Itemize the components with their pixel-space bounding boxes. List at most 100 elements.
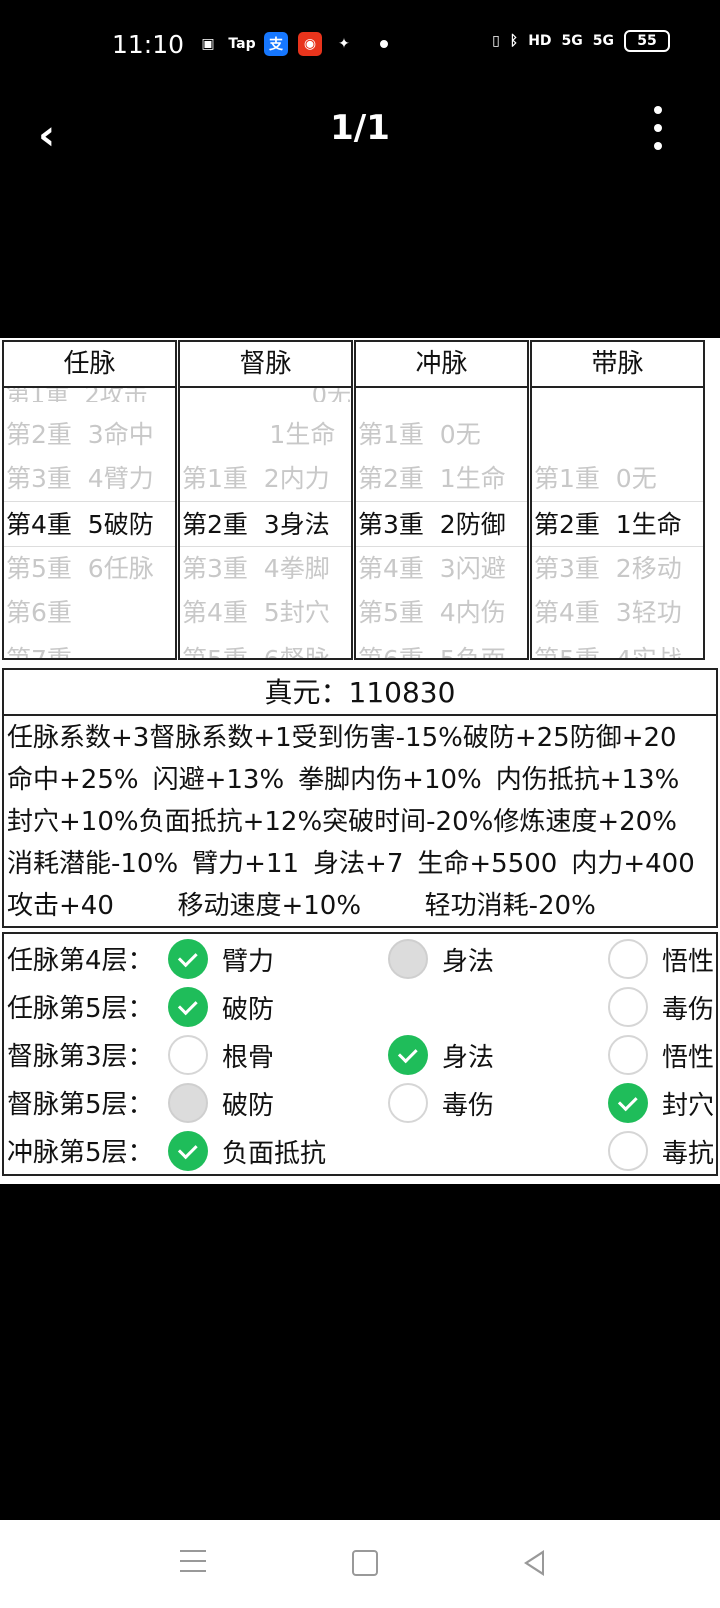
picker-item[interactable]: 第4重 3轻功	[532, 590, 703, 636]
option-row: 任脉第4层： 臂力 身法 悟性	[4, 934, 716, 982]
back-icon[interactable]	[524, 1550, 544, 1576]
option-row: 督脉第5层： 破防 毒伤 封穴	[4, 1078, 716, 1126]
picker-item[interactable]: 0无	[180, 388, 351, 402]
picker-item[interactable]	[532, 412, 703, 458]
radio-icon[interactable]	[608, 1035, 648, 1075]
picker-selected-item[interactable]: 第4重 5破防	[4, 501, 175, 547]
picker-item[interactable]: 第1重 0无	[356, 412, 527, 458]
wheel-picker[interactable]: 第1重 0无第2重 1生命第3重 2防御第4重 3闪避第5重 4内伤第6重 5负…	[356, 388, 527, 658]
recent-apps-icon[interactable]	[180, 1550, 206, 1580]
picker-item[interactable]	[356, 388, 527, 402]
picker-item[interactable]	[532, 388, 703, 402]
signal-5g-icon: 5G	[561, 33, 583, 49]
option-choice-label: 负面抵抗	[222, 1138, 327, 1169]
picker-item[interactable]: 第1重 2内力	[180, 456, 351, 502]
status-bar: 11:10 ▣ Tap 支 ◉ ✦ ▯ ᛒ HD 5G 5G 55	[0, 0, 720, 90]
picker-item[interactable]: 第1重 0无	[532, 456, 703, 502]
picker-item[interactable]: 第5重 6督脉	[180, 646, 351, 658]
stat-item: 闪避+13%	[152, 765, 285, 795]
option-choice[interactable]: 毒伤	[388, 1082, 494, 1124]
clock: 11:10	[112, 30, 185, 59]
radio-icon[interactable]	[388, 1083, 428, 1123]
stat-item: 拳脚内伤+10%	[298, 765, 482, 795]
option-choice[interactable]: 身法	[388, 1034, 494, 1076]
picker-item[interactable]: 第5重 6任脉	[4, 546, 175, 592]
picker-item[interactable]: 1生命	[180, 412, 351, 458]
option-row-label: 任脉第4层：	[7, 946, 154, 976]
radio-icon[interactable]	[608, 1131, 648, 1171]
vibrate-icon: ▯	[492, 33, 500, 49]
wheel-picker[interactable]: 0无 1生命第1重 2内力第2重 3身法第3重 4拳脚第4重 5封穴第5重 6督…	[180, 388, 351, 658]
home-icon[interactable]	[352, 1550, 378, 1576]
picker-item[interactable]: 第2重 1生命	[356, 456, 527, 502]
notification-icons: ▣ Tap 支 ◉ ✦	[196, 32, 388, 56]
wheel-picker[interactable]: 第1重 2攻击第2重 3命中第3重 4臂力第4重 5破防第5重 6任脉第6重第7…	[4, 388, 175, 658]
option-choice[interactable]: 破防	[168, 986, 274, 1028]
column-header: 任脉	[4, 342, 175, 388]
checked-radio-icon[interactable]	[168, 939, 208, 979]
picker-selected-item[interactable]: 第3重 2防御	[356, 501, 527, 547]
alipay-icon: 支	[264, 32, 288, 56]
meridian-column: 冲脉第1重 0无第2重 1生命第3重 2防御第4重 3闪避第5重 4内伤第6重 …	[354, 340, 529, 660]
option-choice-label: 封穴	[662, 1090, 715, 1121]
option-choice[interactable]: 毒抗	[608, 1130, 714, 1172]
option-choice-label: 破防	[222, 1090, 275, 1121]
picker-item[interactable]: 第4重 5封穴	[180, 590, 351, 636]
stat-item: 臂力+11	[192, 849, 300, 879]
stats-panel: 真元：110830 任脉系数+3督脉系数+1受到伤害-15%破防+25防御+20…	[2, 668, 718, 928]
system-status: ▯ ᛒ HD 5G 5G 55	[492, 30, 670, 52]
option-row-label: 督脉第5层：	[7, 1090, 154, 1120]
option-choice-label: 毒抗	[662, 1138, 715, 1169]
radio-icon[interactable]	[608, 939, 648, 979]
column-header: 带脉	[532, 342, 703, 388]
picker-item[interactable]: 第3重 4拳脚	[180, 546, 351, 592]
checked-radio-icon[interactable]	[388, 1035, 428, 1075]
stat-item: 身法+7	[313, 849, 404, 879]
picker-selected-item[interactable]: 第2重 1生命	[532, 501, 703, 547]
picker-item[interactable]: 第2重 3命中	[4, 412, 175, 458]
picker-item[interactable]: 第1重 2攻击	[4, 388, 175, 402]
wheel-picker[interactable]: 第1重 0无第2重 1生命第3重 2移动第4重 3轻功第5重 4实战	[532, 388, 703, 658]
wechat-icon: ✦	[332, 32, 356, 56]
stat-line: 任脉系数+3督脉系数+1受到伤害-15%破防+25防御+20	[4, 716, 716, 758]
picker-item[interactable]: 第4重 3闪避	[356, 546, 527, 592]
option-choice-label: 臂力	[222, 946, 275, 977]
meridian-column: 带脉第1重 0无第2重 1生命第3重 2移动第4重 3轻功第5重 4实战	[530, 340, 705, 660]
meridian-pickers: 任脉 第1重 2攻击 第2重 3命中 第3重 4臂力 第4重 5破防 第5重 6任脉 第6重…	[2, 340, 718, 662]
stat-item: 封穴+10%负面抵抗+12%突破时间-20%修炼速度+20%	[7, 807, 677, 837]
picker-item[interactable]: 第5重 4实战	[532, 646, 703, 658]
radio-icon[interactable]	[608, 987, 648, 1027]
radio-icon[interactable]	[168, 1035, 208, 1075]
picker-item[interactable]: 第3重 4臂力	[4, 456, 175, 502]
picker-item[interactable]: 第3重 2移动	[532, 546, 703, 592]
meridian-column: 任脉 第1重 2攻击第2重 3命中 第3重 4臂力 第4重 5破防 第5重 6任脉 第6重…	[2, 340, 177, 660]
picker-selected-item[interactable]: 第2重 3身法	[180, 501, 351, 547]
stat-line: 封穴+10%负面抵抗+12%突破时间-20%修炼速度+20%	[4, 800, 716, 842]
stat-line: 攻击+40 移动速度+10% 轻功消耗-20%	[4, 884, 716, 926]
stat-item: 任脉系数+3督脉系数+1受到伤害-15%破防+25防御+20	[7, 723, 677, 753]
checked-radio-icon[interactable]	[168, 1131, 208, 1171]
option-choice[interactable]: 臂力	[168, 938, 274, 980]
option-row: 冲脉第5层： 负面抵抗 毒抗	[4, 1126, 716, 1174]
option-choice[interactable]: 悟性	[608, 1034, 714, 1076]
checked-radio-icon[interactable]	[608, 1083, 648, 1123]
picker-item[interactable]: 第7重	[4, 646, 175, 658]
stat-line: 消耗潜能-10% 臂力+11 身法+7 生命+5500 内力+400	[4, 842, 716, 884]
option-choice[interactable]: 根骨	[168, 1034, 274, 1076]
picker-item[interactable]: 第6重	[4, 590, 175, 636]
notification-dot-icon	[380, 40, 388, 48]
option-row: 任脉第5层： 破防 毒伤	[4, 982, 716, 1030]
option-choice-label: 悟性	[662, 946, 715, 977]
option-choice[interactable]: 毒伤	[608, 986, 714, 1028]
bluetooth-icon: ᛒ	[509, 33, 519, 49]
checked-radio-icon[interactable]	[168, 987, 208, 1027]
stat-item: 移动速度+10%	[127, 891, 362, 921]
picker-item[interactable]: 第6重 5负面	[356, 646, 527, 658]
option-choice[interactable]: 悟性	[608, 938, 714, 980]
more-options-icon[interactable]	[654, 106, 664, 160]
option-panel: 任脉第4层： 臂力 身法 悟性 任脉第5层： 破防 毒伤 督脉第3层： 根骨 身法 悟性 督脉第5层：…	[2, 932, 718, 1176]
radio-icon	[168, 1083, 208, 1123]
option-choice[interactable]: 负面抵抗	[168, 1130, 326, 1172]
picker-item[interactable]: 第5重 4内伤	[356, 590, 527, 636]
option-choice[interactable]: 封穴	[608, 1082, 714, 1124]
